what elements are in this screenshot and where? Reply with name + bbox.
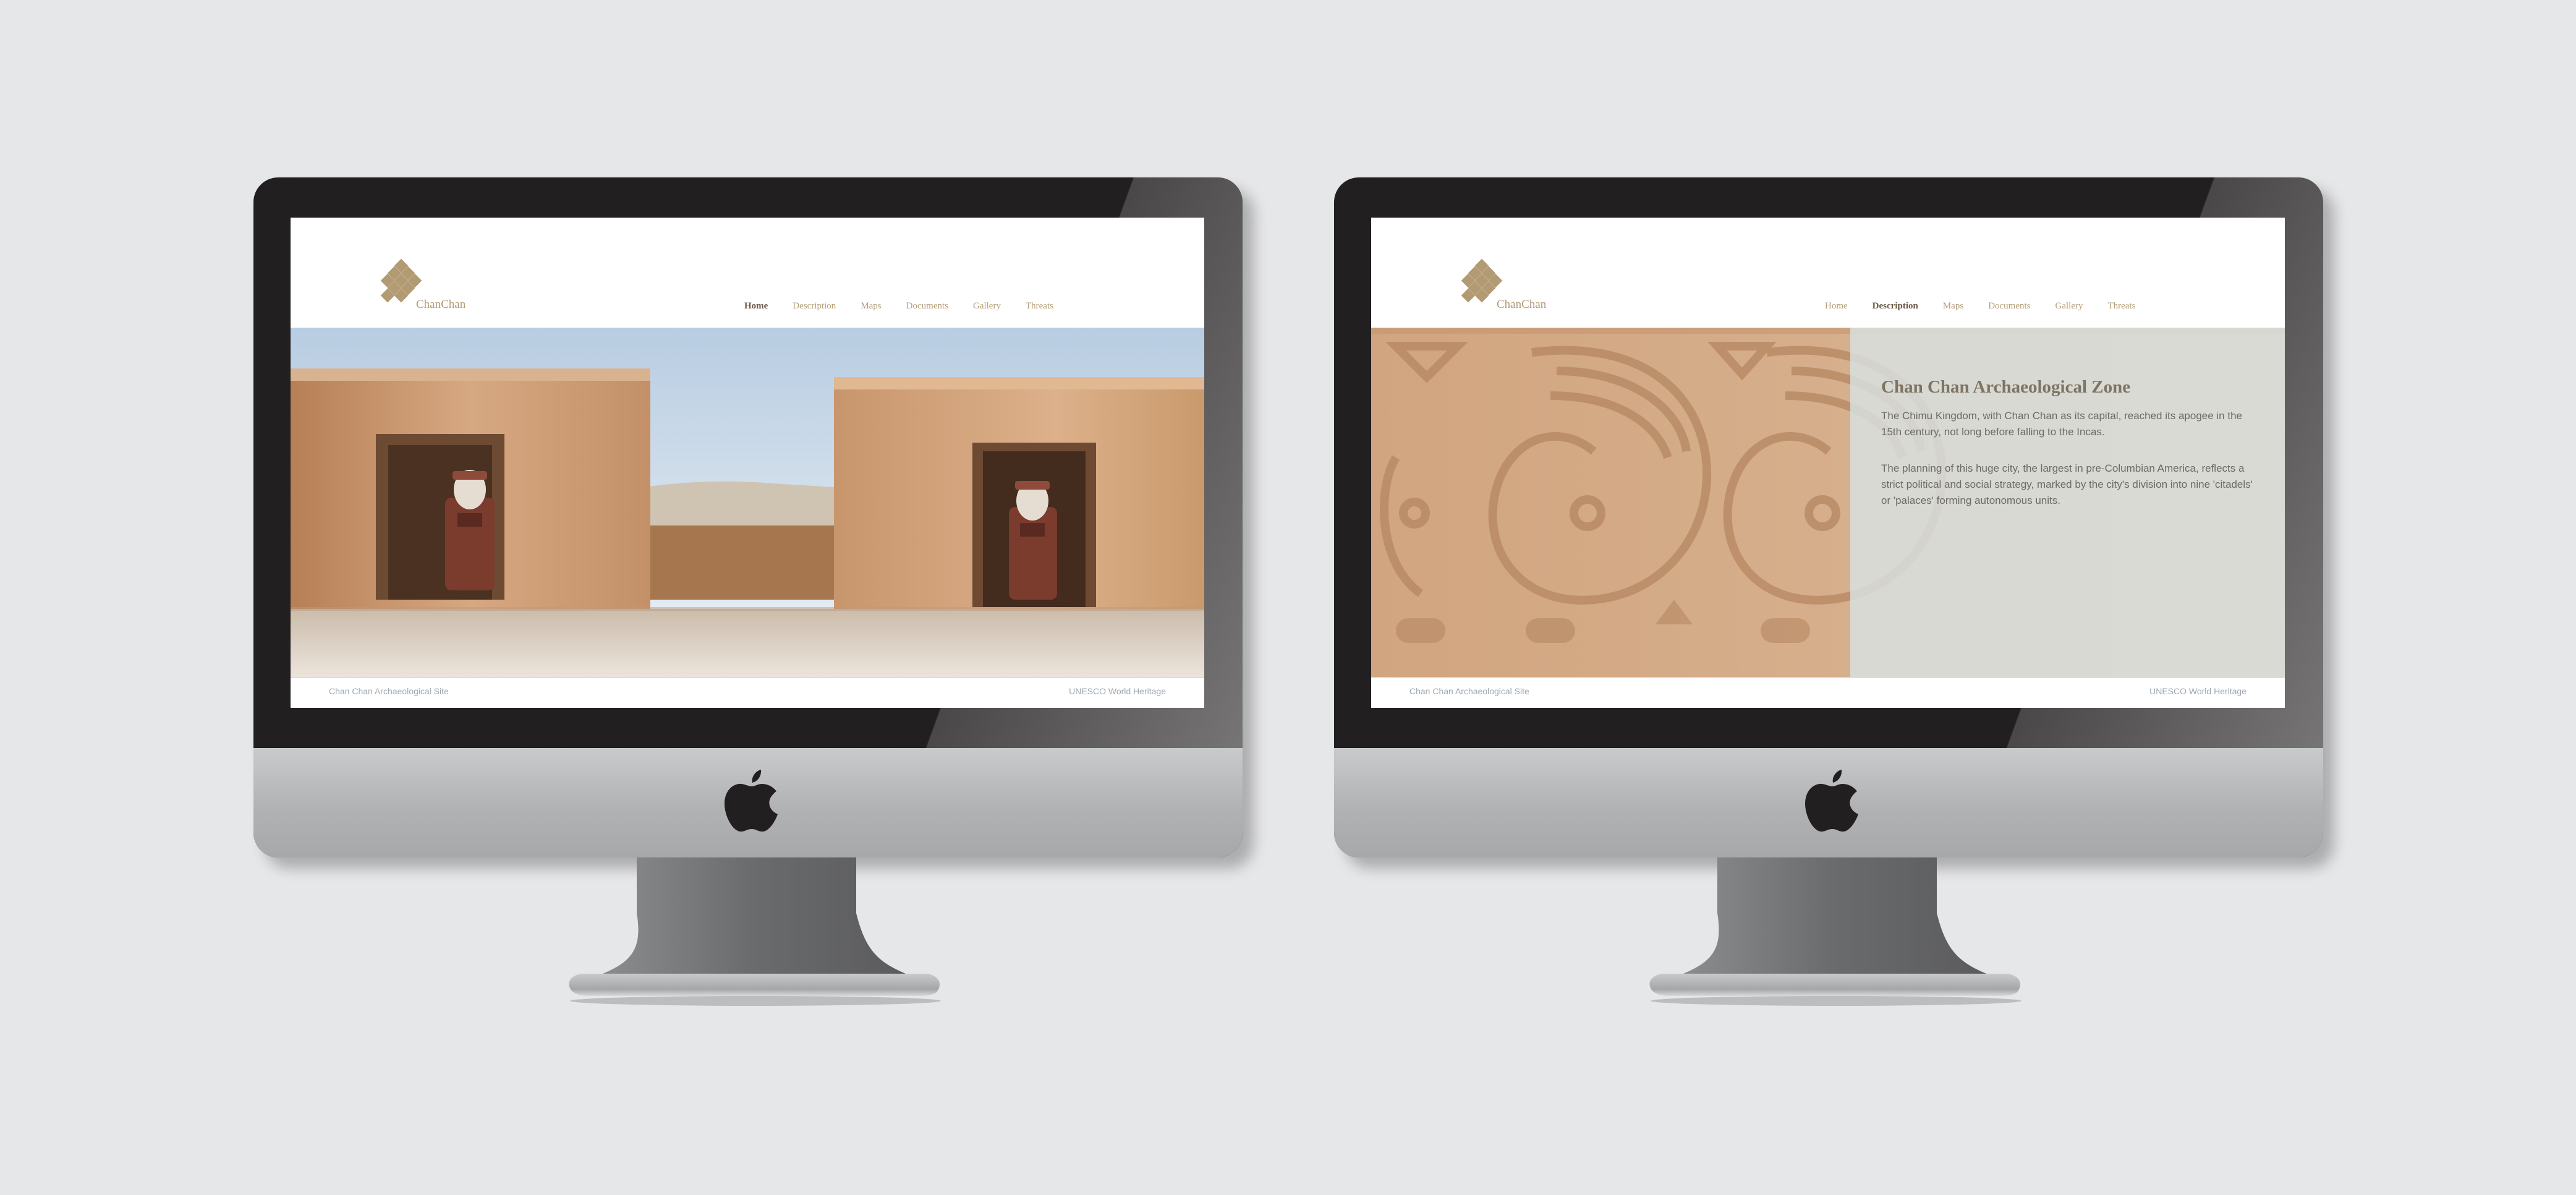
main-nav: Home Description Maps Documents Gallery … <box>744 301 1078 313</box>
hero-image-relief: Chan Chan Archaeological Zone The Chimu … <box>1371 328 2285 677</box>
nav-home[interactable]: Home <box>744 301 768 313</box>
monitor-right: ChanChan Home Description Maps Documents… <box>1334 177 2323 1024</box>
logo-text[interactable]: ChanChan <box>1497 298 1546 312</box>
content-paragraph: The Chimu Kingdom, with Chan Chan as its… <box>1881 410 2242 438</box>
nav-threats[interactable]: Threats <box>2108 301 2136 313</box>
site-footer: Chan Chan Archaeological Site UNESCO Wor… <box>1371 677 2285 708</box>
website-screen: ChanChan Home Description Maps Documents… <box>291 218 1204 708</box>
nav-gallery[interactable]: Gallery <box>2055 301 2083 313</box>
monitor-stand <box>253 857 1243 1024</box>
footer-heritage[interactable]: UNESCO World Heritage <box>2149 686 2247 696</box>
content-paragraph: The planning of this huge city, the larg… <box>1881 462 2253 506</box>
monitor-stand <box>1334 857 2323 1024</box>
apple-logo-icon <box>723 765 780 834</box>
monitor-bezel: ChanChan Home Description Maps Documents… <box>253 177 1243 857</box>
website-screen: ChanChan Home Description Maps Documents… <box>1371 218 2285 708</box>
main-nav: Home Description Maps Documents Gallery … <box>1825 301 2160 313</box>
footer-site-name[interactable]: Chan Chan Archaeological Site <box>1409 686 1529 696</box>
nav-home[interactable]: Home <box>1825 301 1848 313</box>
nav-maps[interactable]: Maps <box>1943 301 1963 313</box>
footer-site-name[interactable]: Chan Chan Archaeological Site <box>329 686 449 696</box>
hero-image-adobe-niches <box>291 328 1204 677</box>
nav-description[interactable]: Description <box>1872 301 1918 313</box>
apple-logo-icon <box>1804 765 1861 834</box>
monitor-left: ChanChan Home Description Maps Documents… <box>253 177 1243 1024</box>
footer-heritage[interactable]: UNESCO World Heritage <box>1069 686 1166 696</box>
logo-text[interactable]: ChanChan <box>416 298 465 312</box>
site-footer: Chan Chan Archaeological Site UNESCO Wor… <box>291 677 1204 708</box>
content-title: Chan Chan Archaeological Zone <box>1881 377 2131 397</box>
nav-documents[interactable]: Documents <box>1988 301 2030 313</box>
nav-description[interactable]: Description <box>793 301 836 313</box>
monitor-bezel: ChanChan Home Description Maps Documents… <box>1334 177 2323 857</box>
nav-maps[interactable]: Maps <box>861 301 881 313</box>
description-panel: Chan Chan Archaeological Zone The Chimu … <box>1850 328 2285 677</box>
nav-documents[interactable]: Documents <box>906 301 948 313</box>
nav-gallery[interactable]: Gallery <box>973 301 1001 313</box>
site-header: ChanChan Home Description Maps Documents… <box>291 218 1204 328</box>
site-header: ChanChan Home Description Maps Documents… <box>1371 218 2285 328</box>
nav-threats[interactable]: Threats <box>1026 301 1053 313</box>
